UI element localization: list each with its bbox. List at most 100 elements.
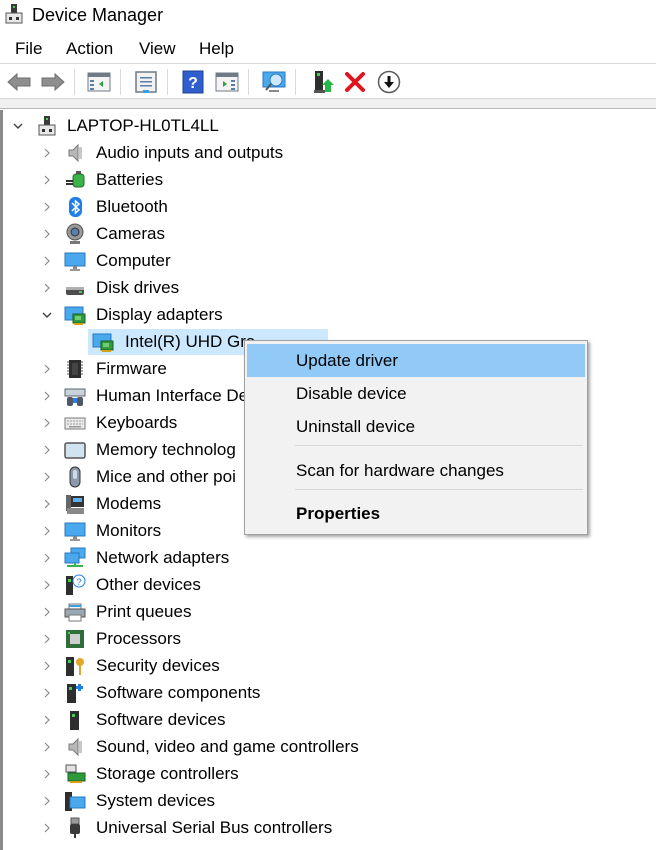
chevron-right-icon[interactable] [41,579,53,591]
chevron-right-icon[interactable] [41,417,53,429]
tree-item-label: Modems [96,494,162,513]
monitor-icon [64,522,86,541]
device-manager-icon [5,4,23,24]
title-bar: Device Manager [0,0,656,32]
tree-item-label: LAPTOP-HL0TL4LL [67,116,219,135]
chevron-right-icon[interactable] [41,714,53,726]
tree-category-item[interactable]: Network adapters [0,545,656,572]
menu-help[interactable]: Help [199,39,234,59]
tree-category-item[interactable]: Software components [0,680,656,707]
tree-category-item[interactable]: Audio inputs and outputs [0,140,656,167]
svg-text:?: ? [76,577,81,587]
chevron-right-icon[interactable] [41,768,53,780]
update-driver-button[interactable] [310,69,336,95]
tree-item-label: Mice and other poi [96,467,236,486]
chevron-down-icon[interactable] [41,309,53,321]
chevron-right-icon[interactable] [41,795,53,807]
keyboard-icon [64,417,86,430]
tree-category-item[interactable]: System devices [0,788,656,815]
tree-item-label: Human Interface De [96,386,249,405]
tree-category-item[interactable]: Universal Serial Bus controllers [0,815,656,842]
chevron-right-icon[interactable] [41,660,53,672]
tree-category-item[interactable]: Batteries [0,167,656,194]
tree-category-item[interactable]: Cameras [0,221,656,248]
display-adapter-icon [92,333,114,352]
menu-file[interactable]: File [15,39,42,59]
toolbar-separator [248,69,249,95]
tree-root-computer[interactable]: LAPTOP-HL0TL4LL [0,113,656,140]
window-title: Device Manager [32,5,164,25]
chevron-right-icon[interactable] [41,444,53,456]
tree-category-item[interactable]: ? Other devices [0,572,656,599]
chevron-right-icon[interactable] [41,741,53,753]
tree-category-item[interactable]: Sound, video and game controllers [0,734,656,761]
chevron-right-icon[interactable] [41,390,53,402]
chevron-right-icon[interactable] [41,525,53,537]
console-tree-icon [87,72,111,92]
tree-item-label: Batteries [96,170,164,189]
chevron-right-icon[interactable] [41,255,53,267]
ctx-properties[interactable]: Properties [247,497,585,530]
ctx-scan-hardware[interactable]: Scan for hardware changes [247,454,585,487]
chip-icon [67,360,83,378]
software-device-icon [70,711,79,730]
tree-category-item[interactable]: Disk drives [0,275,656,302]
tree-item-label: Storage controllers [96,764,239,783]
webcam-icon [66,223,84,244]
battery-icon [66,171,85,188]
context-menu: Update driver Disable device Uninstall d… [244,340,588,535]
modem-icon [66,495,84,514]
ctx-uninstall-device[interactable]: Uninstall device [247,410,585,443]
toolbar-separator [74,69,75,95]
chevron-right-icon[interactable] [41,822,53,834]
tree-item-label: Firmware [96,359,167,378]
chevron-right-icon[interactable] [41,552,53,564]
chevron-right-icon[interactable] [41,228,53,240]
chevron-right-icon[interactable] [41,606,53,618]
processor-icon [66,630,84,648]
help-button[interactable]: ? [180,69,206,95]
ctx-disable-device[interactable]: Disable device [247,377,585,410]
storage-controller-icon [65,764,86,783]
tree-category-item[interactable]: Storage controllers [0,761,656,788]
arrow-right-icon [41,73,65,91]
speaker-icon [68,737,82,757]
chevron-right-icon[interactable] [41,174,53,186]
ctx-update-driver[interactable]: Update driver [247,344,585,377]
chevron-right-icon[interactable] [41,687,53,699]
back-button[interactable] [6,69,32,95]
tree-item-label: System devices [96,791,216,810]
scan-hardware-button[interactable] [261,69,287,95]
tree-category-item[interactable]: Computer [0,248,656,275]
disable-device-button[interactable] [376,69,402,95]
tree-category-item[interactable]: Security devices [0,653,656,680]
menu-action[interactable]: Action [66,39,113,59]
computer-root-icon [38,116,56,136]
chevron-right-icon[interactable] [41,201,53,213]
chevron-right-icon[interactable] [41,498,53,510]
tree-item-label: Print queues [96,602,192,621]
uninstall-device-button[interactable] [342,69,368,95]
chevron-right-icon[interactable] [41,471,53,483]
down-arrow-circle-icon [377,70,401,94]
chevron-right-icon[interactable] [41,147,53,159]
menu-bar: File Action View Help [0,32,656,64]
chevron-right-icon[interactable] [41,633,53,645]
menu-view[interactable]: View [139,39,176,59]
forward-button[interactable] [40,69,66,95]
ctx-separator [295,445,583,446]
tree-item-label: Display adapters [96,305,223,324]
tree-item-label: Universal Serial Bus controllers [96,818,333,837]
properties-button[interactable] [133,69,159,95]
console-tree-button[interactable] [86,69,112,95]
display-adapter-icon [64,306,86,325]
chevron-right-icon[interactable] [41,363,53,375]
tree-category-item[interactable]: Print queues [0,599,656,626]
tree-category-item[interactable]: Display adapters [0,302,656,329]
tree-category-item[interactable]: Software devices [0,707,656,734]
tree-category-item[interactable]: Processors [0,626,656,653]
action-pane-button[interactable] [214,69,240,95]
tree-category-item[interactable]: Bluetooth [0,194,656,221]
chevron-down-icon[interactable] [12,120,24,132]
chevron-right-icon[interactable] [41,282,53,294]
